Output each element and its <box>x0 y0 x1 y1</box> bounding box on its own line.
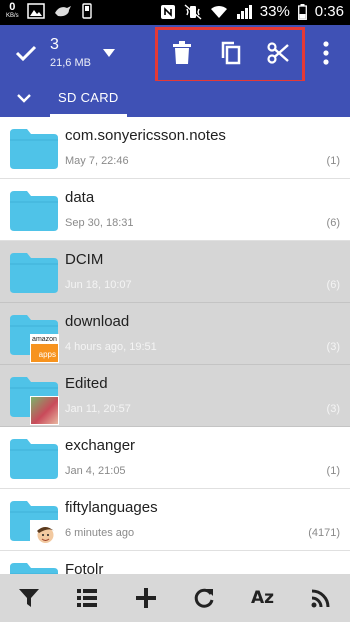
file-date: Jan 4, 21:05 <box>65 465 126 477</box>
delete-icon <box>173 41 191 64</box>
copy-button[interactable] <box>217 39 245 67</box>
file-name: download <box>65 313 130 330</box>
delete-button[interactable] <box>168 39 196 67</box>
status-bar: 0 KB/s 33% 0:36 <box>0 0 350 25</box>
file-count: (6) <box>326 279 340 291</box>
confirm-selection-button[interactable] <box>12 39 40 67</box>
file-date: 6 minutes ago <box>65 527 135 539</box>
status-left: 0 KB/s <box>6 2 93 19</box>
tab-bar: SD CARD <box>0 81 350 117</box>
copy-icon <box>221 41 241 65</box>
avatar-thumbnail <box>30 520 59 549</box>
selected-count: 3 <box>50 36 59 53</box>
file-date: Jun 18, 10:07 <box>65 279 132 291</box>
more-vertical-icon <box>323 41 329 65</box>
action-toolbar: 3 21,6 MB <box>0 25 350 83</box>
file-row[interactable]: exchanger Jan 4, 21:05 (1) <box>0 427 350 489</box>
file-count: (3) <box>326 341 340 353</box>
nfc-icon <box>160 4 175 19</box>
filter-icon <box>19 589 40 607</box>
file-name: Edited <box>65 375 108 392</box>
sort-button[interactable]: Az <box>247 583 277 613</box>
tab-sd-card-label: SD CARD <box>58 90 119 105</box>
file-count: (4171) <box>308 527 340 539</box>
file-row[interactable]: com.sonyericsson.notes May 7, 22:46 (1) <box>0 117 350 179</box>
selected-size: 21,6 MB <box>50 57 91 69</box>
file-date: Jan 11, 20:57 <box>65 403 131 415</box>
file-count: (3) <box>326 403 340 415</box>
battery-percent: 33% <box>259 3 290 20</box>
photo-thumbnail <box>30 396 59 425</box>
data-rate-value: 0 <box>9 1 16 13</box>
file-name: com.sonyericsson.notes <box>65 127 226 144</box>
file-name: fiftylanguages <box>65 499 158 516</box>
check-icon <box>15 45 37 62</box>
add-button[interactable] <box>131 583 161 613</box>
clock: 0:36 <box>314 3 344 20</box>
folder-icon <box>10 253 58 293</box>
refresh-button[interactable] <box>189 583 219 613</box>
dropdown-arrow-icon <box>103 49 115 57</box>
folder-icon <box>10 129 58 169</box>
folder-icon <box>10 439 58 479</box>
more-options-button[interactable] <box>316 39 336 67</box>
folder-icon <box>10 563 58 574</box>
file-name: DCIM <box>65 251 104 268</box>
file-row[interactable]: fiftylanguages 6 minutes ago (4171) <box>0 489 350 551</box>
data-rate-unit: KB/s <box>6 13 19 19</box>
list-view-icon <box>77 589 98 607</box>
tab-expand-button[interactable] <box>16 91 32 105</box>
file-row[interactable]: DCIM Jun 18, 10:07 (6) <box>0 241 350 303</box>
file-row[interactable]: data Sep 30, 18:31 (6) <box>0 179 350 241</box>
file-row[interactable]: Fotolr <box>0 551 350 574</box>
refresh-icon <box>194 588 214 608</box>
filter-button[interactable] <box>14 583 44 613</box>
file-date: Sep 30, 18:31 <box>65 217 134 229</box>
thumbnail-label-bottom: apps <box>38 350 56 359</box>
file-date: 4 hours ago, 19:51 <box>65 341 157 353</box>
battery-icon <box>297 3 307 20</box>
file-count: (1) <box>326 465 340 477</box>
signal-button[interactable] <box>306 583 336 613</box>
cut-button[interactable] <box>264 39 292 67</box>
file-name: Fotolr <box>65 561 104 574</box>
wifi-icon <box>210 5 227 18</box>
signal-icon <box>311 589 330 608</box>
file-count: (6) <box>326 217 340 229</box>
file-row[interactable]: Edited Jan 11, 20:57 (3) <box>0 365 350 427</box>
file-name: data <box>65 189 95 206</box>
status-right: 33% 0:36 <box>160 3 344 20</box>
vibrate-icon <box>184 3 202 20</box>
data-rate-indicator: 0 KB/s <box>6 1 19 20</box>
cut-icon <box>267 42 289 64</box>
file-count: (1) <box>326 155 340 167</box>
file-row[interactable]: amazon apps download 4 hours ago, 19:51 (3) <box>0 303 350 365</box>
phone-notification-icon <box>81 2 92 19</box>
tab-sd-card[interactable]: SD CARD <box>50 81 127 117</box>
file-list[interactable]: com.sonyericsson.notes May 7, 22:46 (1) dat… <box>0 117 350 574</box>
sort-az-icon: Az <box>250 588 274 608</box>
gallery-notification-icon <box>26 2 45 19</box>
folder-icon <box>10 191 58 231</box>
thumbnail-label-top: amazon <box>31 335 58 344</box>
file-date: May 7, 22:46 <box>65 155 129 167</box>
file-name: exchanger <box>65 437 136 454</box>
bottom-toolbar: Az <box>0 574 350 622</box>
selection-menu-button[interactable] <box>102 46 116 58</box>
add-icon <box>135 588 156 608</box>
bird-notification-icon <box>54 5 71 16</box>
chevron-down-icon <box>17 94 31 103</box>
signal-strength-icon <box>236 4 252 19</box>
amazon-apps-thumbnail: amazon apps <box>30 334 59 363</box>
list-view-button[interactable] <box>72 583 102 613</box>
